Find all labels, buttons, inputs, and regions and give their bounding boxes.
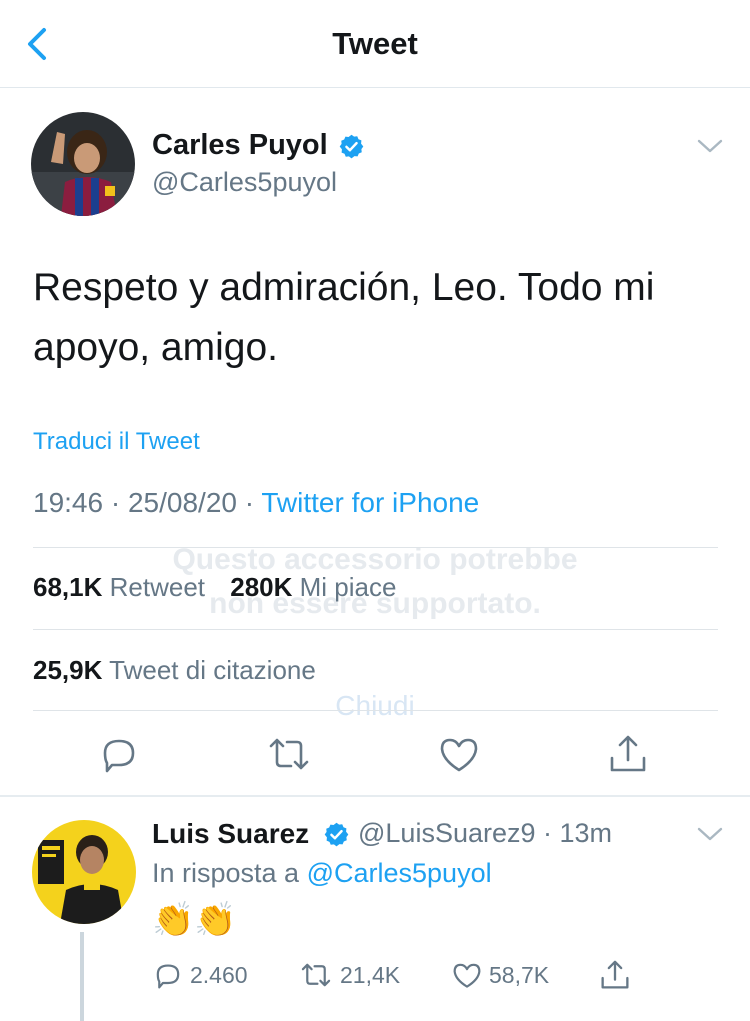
tweet-meta: 19:46 · 25/08/20 · Twitter for iPhone	[33, 487, 479, 519]
share-icon	[601, 960, 629, 989]
tweet-date: 25/08/20	[127, 487, 237, 518]
author-avatar[interactable]	[31, 112, 135, 216]
retweet-icon[interactable]	[267, 732, 311, 776]
top-bar: Tweet	[0, 0, 750, 88]
reply-handle-text[interactable]: @LuisSuarez9	[358, 818, 536, 848]
likes-label[interactable]: Mi piace	[300, 572, 397, 602]
reply-text: 👏👏	[152, 901, 237, 939]
quotes-label: Tweet di citazione	[109, 655, 316, 685]
tweet-source-link[interactable]: Twitter for iPhone	[261, 487, 479, 518]
thread-line	[80, 932, 84, 1021]
meta-separator: ·	[110, 487, 121, 518]
retweets-label[interactable]: Retweet	[110, 572, 205, 602]
page-title: Tweet	[332, 26, 418, 61]
divider	[33, 547, 718, 548]
like-heart-icon	[453, 963, 481, 988]
author-handle[interactable]: @Carles5puyol	[152, 167, 337, 198]
tweet-text: Respeto y admiración, Leo. Todo mi apoyo…	[33, 266, 655, 369]
divider	[33, 629, 718, 630]
chevron-down-icon[interactable]	[696, 136, 724, 156]
retweet-icon	[301, 963, 331, 987]
engagement-stats: 68,1K Retweet 280K Mi piace	[33, 572, 396, 603]
author-name[interactable]: Carles Puyol	[152, 129, 328, 162]
reply-replies-count: 2.460	[190, 961, 248, 988]
reply-likes-count: 58,7K	[489, 961, 550, 988]
retweets-count[interactable]: 68,1K	[33, 572, 102, 602]
chevron-down-icon[interactable]	[696, 824, 724, 844]
verified-badge-icon	[339, 134, 364, 159]
tweet-time: 19:46	[33, 487, 104, 518]
in-reply-to: In risposta a @Carles5puyol	[152, 858, 492, 889]
reply-author-handle[interactable]: @LuisSuarez9 · 13m	[358, 818, 612, 849]
reply-share-button[interactable]	[598, 957, 632, 993]
divider	[33, 710, 718, 711]
meta-separator: ·	[244, 487, 255, 518]
verified-badge-icon	[324, 822, 349, 847]
reply-icon	[156, 964, 180, 989]
reply-time: · 13m	[543, 818, 613, 848]
section-divider	[0, 795, 750, 797]
like-heart-icon[interactable]	[437, 732, 481, 776]
reply-like-button[interactable]: 58,7K	[451, 957, 549, 993]
reply-reply-button[interactable]: 2.460	[152, 957, 248, 993]
overlay-close-button[interactable]: Chiudi	[320, 690, 430, 722]
reply-author-name[interactable]: Luis Suarez	[152, 818, 309, 850]
translate-tweet-link[interactable]: Traduci il Tweet	[33, 428, 200, 456]
reply-retweet-button[interactable]: 21,4K	[298, 957, 400, 993]
reply-author-avatar[interactable]	[32, 820, 136, 924]
reply-icon[interactable]	[97, 732, 141, 776]
in-reply-mention-link[interactable]: @Carles5puyol	[307, 858, 492, 888]
quotes-count: 25,9K	[33, 655, 103, 685]
share-icon[interactable]	[606, 732, 650, 776]
reply-retweets-count: 21,4K	[340, 961, 401, 988]
in-reply-prefix: In risposta a	[152, 858, 300, 888]
quote-stats[interactable]: 25,9K Tweet di citazione	[33, 655, 316, 686]
likes-count[interactable]: 280K	[230, 572, 292, 602]
